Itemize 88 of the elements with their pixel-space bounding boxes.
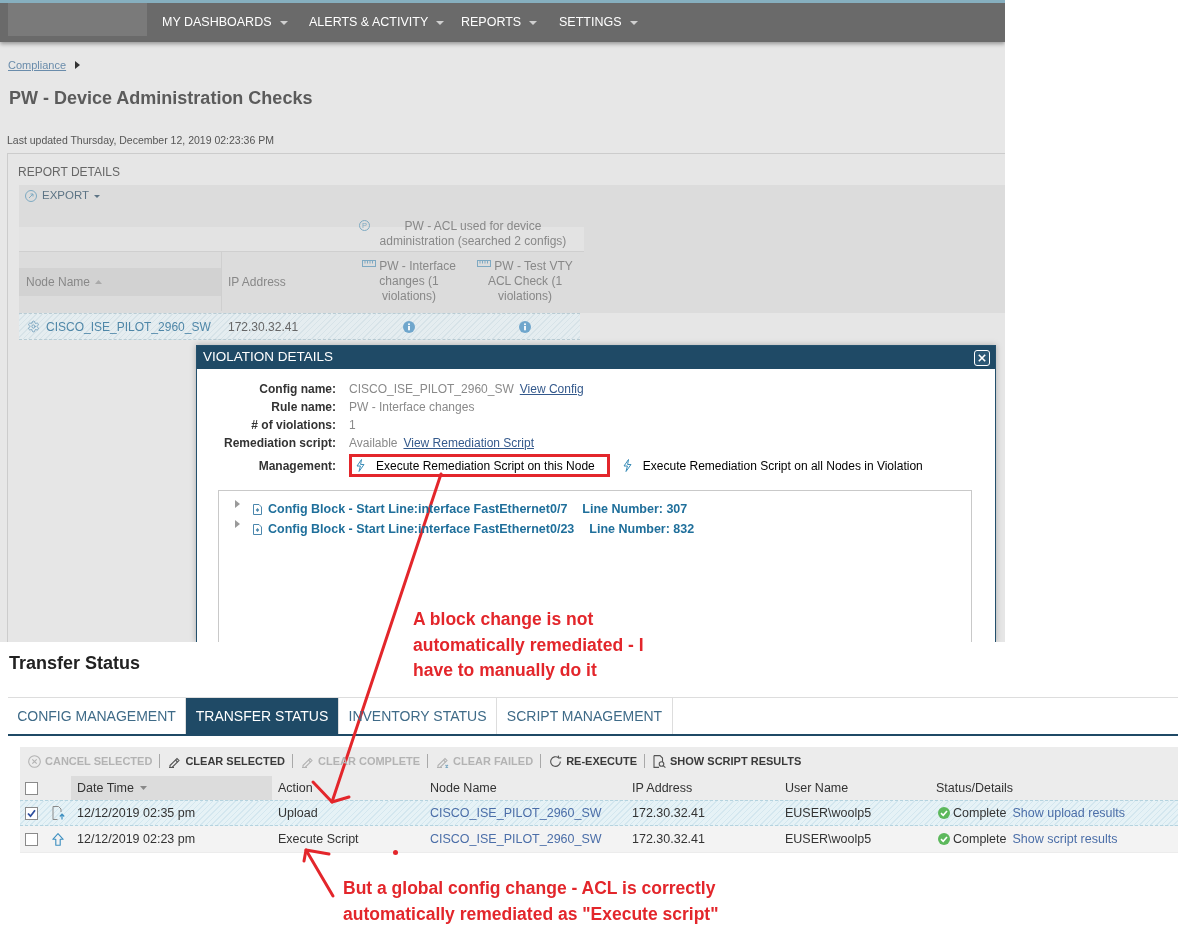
execute-script-button[interactable]: Execute Remediation Script on all Nodes in Violation [622,456,923,475]
column-header[interactable]: User Name [779,776,930,800]
field-value: CISCO_ISE_PILOT_2960_SW [349,381,514,398]
column-header[interactable]: IP Address [626,776,779,800]
column-header[interactable]: Status/Details [930,776,1158,800]
column-header[interactable]: Action [272,776,424,800]
check-circle-icon [938,807,950,819]
field-value: PW - Interface changes [349,399,475,416]
checkbox[interactable] [25,806,38,820]
table-cell: EUSER\woolp5 [785,805,872,820]
results-link[interactable]: Show upload results [1012,803,1126,823]
table-cell: Execute Script [278,831,359,846]
caret-icon [436,20,445,25]
table-cell: Upload [278,805,318,820]
document-icon [253,503,262,515]
node-link[interactable]: CISCO_ISE_PILOT_2960_SW [46,317,211,336]
caret-icon [529,20,538,25]
check-circle-icon [938,833,950,845]
table-row[interactable]: CISCO_ISE_PILOT_2960_SW 172.30.32.41 [19,313,580,340]
field-value: 1 [349,417,356,434]
field-label: Config name: [259,381,336,398]
refresh-icon [549,754,563,768]
checkbox[interactable] [25,781,38,795]
field-value: Available [349,435,398,452]
nav-menu[interactable]: ALERTS & ACTIVITY [294,3,446,42]
caret-icon [279,20,288,25]
node-link[interactable]: CISCO_ISE_PILOT_2960_SW [430,805,602,820]
document-upload-icon [52,806,66,820]
table-cell-text: 172.30.32.41 [228,318,299,336]
document-icon [253,523,262,535]
nav-menu[interactable]: MY DASHBOARDS [147,3,294,42]
field-label: # of violations: [251,417,336,434]
nav-menu[interactable]: REPORTS [446,3,544,42]
toolbar-button[interactable]: RE-EXECUTE [549,752,638,770]
info-icon[interactable] [403,320,415,333]
column-group-header: PW - ACL used for device administration (searched 2 configs) [378,219,568,249]
tab[interactable]: TRANSFER STATUS [186,698,339,734]
field-label: Management: [258,457,336,475]
close-button[interactable] [974,349,990,366]
caret-icon [629,20,638,25]
table-row[interactable]: 12/12/2019 02:23 pm Execute Script CISCO_ISE_PILOT_2960_SW 172.30.32.41 EUSER\woolp5 Complete Show script results [20,826,1178,852]
table-cell: 172.30.32.41 [632,831,705,846]
status-text: Complete [953,830,1007,848]
node-link[interactable]: CISCO_ISE_PILOT_2960_SW [430,831,602,846]
expand-triangle-icon[interactable] [235,520,240,528]
field-label: Rule name: [271,399,336,416]
caret-icon [94,194,101,198]
table-cell: 172.30.32.41 [632,805,705,820]
checkbox[interactable] [25,832,38,846]
column-header[interactable]: Date Time [71,776,272,800]
export-button[interactable]: EXPORT [25,187,101,205]
results-link[interactable]: Show script results [1012,829,1118,849]
detail-link[interactable]: View Config [519,380,584,398]
line-number: Line Number: 307 [582,500,688,518]
annotation-text: But a global config change - ACL is correctly automatically remediated as "Execute script" [343,877,719,926]
nav-menu[interactable]: SETTINGS [544,3,640,42]
arrow-up-icon [52,832,64,846]
annotation-text: A block change is not automatically remediated - I have to manually do it [413,608,644,682]
table-cell: 12/12/2019 02:35 pm [77,805,196,820]
table-cell: 12/12/2019 02:23 pm [77,831,196,846]
line-number: Line Number: 832 [589,520,695,538]
gear-icon [27,320,40,333]
report-title: REPORT DETAILS [18,165,121,179]
page-title: PW - Device Administration Checks [8,87,313,109]
lightning-icon [622,459,632,472]
detail-link[interactable]: View Remediation Script [403,434,534,452]
section-title: Transfer Status [8,652,141,674]
dialog-title: VIOLATION DETAILS [203,348,334,367]
close-icon [978,353,986,362]
toolbar-button[interactable]: CLEAR SELECTED [168,752,285,770]
lightning-icon [356,459,365,472]
breadcrumb-link[interactable]: Compliance [8,58,67,72]
column-header[interactable]: Node Name [424,776,626,800]
breadcrumb-arrow-icon [75,61,81,69]
execute-script-button[interactable]: Execute Remediation Script on this Node [356,456,595,475]
toolbar-button[interactable]: SHOW SCRIPT RESULTS [653,752,802,770]
document-search-icon [653,754,667,768]
info-icon[interactable] [519,320,531,333]
ruler-icon [477,260,492,267]
circle-arrow-icon [25,190,37,202]
table-row[interactable]: 12/12/2019 02:35 pm Upload CISCO_ISE_PILOT_2960_SW 172.30.32.41 EUSER\woolp5 Complete Show upload results [20,800,1178,826]
last-updated-text: Last updated Thursday, December 12, 2019 02:23:36 PM [6,134,274,147]
ruler-icon [362,260,377,267]
status-text: Complete [953,804,1007,822]
field-label: Remediation script: [223,435,336,452]
expand-triangle-icon[interactable] [235,500,240,508]
table-cell: EUSER\woolp5 [785,831,872,846]
circle-x-icon [28,754,41,768]
